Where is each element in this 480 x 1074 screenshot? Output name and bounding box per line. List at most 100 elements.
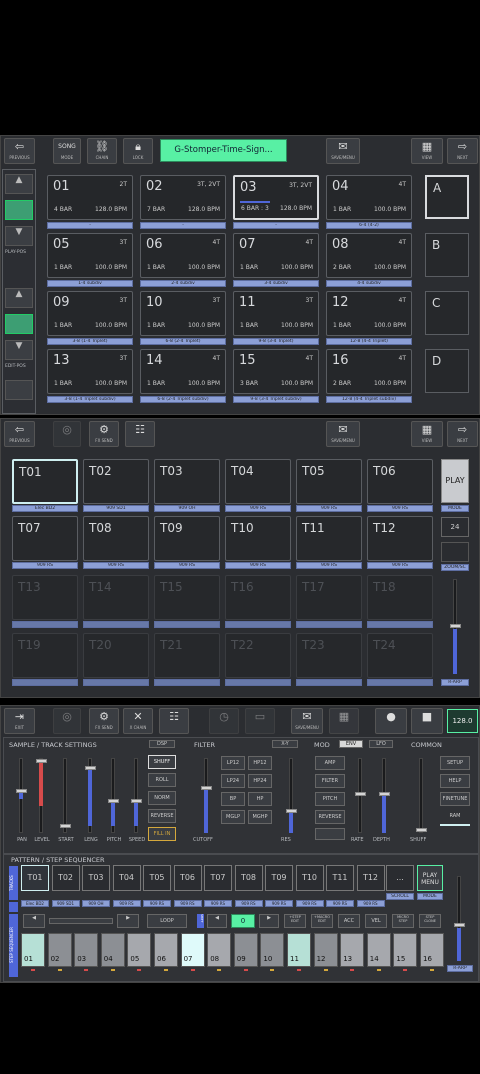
- step-button[interactable]: 15: [393, 933, 418, 967]
- pattern-cell[interactable]: 12 4T 1 BAR 100.0 BPM: [326, 291, 412, 336]
- step-prev-button[interactable]: ◀: [23, 914, 45, 928]
- track-cell[interactable]: T24: [367, 633, 433, 678]
- cutoff-fader-cap[interactable]: [201, 786, 212, 790]
- filter-type-button[interactable]: BP: [221, 792, 245, 806]
- pattern-cell[interactable]: 04 4T 1 BAR 100.0 BPM: [326, 175, 412, 220]
- sequencer-track-button[interactable]: T05: [143, 865, 171, 891]
- shuffle-fader-cap[interactable]: [416, 828, 427, 832]
- track-cell[interactable]: T08: [83, 516, 149, 561]
- play-menu-button[interactable]: PLAY MENU: [417, 865, 443, 891]
- track-cell[interactable]: T21: [154, 633, 220, 678]
- track-cell[interactable]: T23: [296, 633, 362, 678]
- tempo-display[interactable]: 128.0: [447, 709, 478, 733]
- grid-button[interactable]: ▦: [329, 708, 359, 734]
- step-button[interactable]: 05: [127, 933, 152, 967]
- mod-target-button[interactable]: REVERSE: [315, 810, 345, 824]
- track-cell[interactable]: T02: [83, 459, 149, 504]
- sequencer-track-button[interactable]: T11: [326, 865, 354, 891]
- step-button[interactable]: 12: [313, 933, 338, 967]
- step-button[interactable]: 09: [233, 933, 258, 967]
- sample-fader-cap[interactable]: [16, 789, 27, 793]
- view-button[interactable]: ▦ VIEW: [411, 421, 443, 447]
- step-button[interactable]: 16: [420, 933, 444, 967]
- sample-option-button[interactable]: FILL IN: [148, 827, 176, 841]
- stop-button[interactable]: ■: [411, 708, 443, 734]
- mode-button[interactable]: SONG MODE: [53, 138, 81, 164]
- track-cell[interactable]: T15: [154, 575, 220, 620]
- track-cell[interactable]: T14: [83, 575, 149, 620]
- mod-target-button[interactable]: FILTER: [315, 774, 345, 788]
- xy-button[interactable]: X-Y: [272, 740, 298, 748]
- clock-button[interactable]: ◷: [209, 708, 239, 734]
- track-cell[interactable]: T13: [12, 575, 78, 620]
- shuffle-fader[interactable]: [419, 758, 423, 833]
- pattern-cell[interactable]: 05 3T 1 BAR 100.0 BPM: [47, 233, 133, 278]
- res-fader-cap[interactable]: [286, 809, 297, 813]
- copy-button[interactable]: [5, 380, 33, 400]
- fx-send-button[interactable]: ⚙ FX SEND: [89, 708, 119, 734]
- common-option-button[interactable]: HELP: [440, 774, 470, 788]
- pattern-cell[interactable]: 03 3T, 2VT 6 BAR : 3 128.0 BPM: [233, 175, 319, 220]
- macro-edit-button[interactable]: +MACRO EDIT: [311, 914, 333, 928]
- sequencer-track-button[interactable]: T07: [204, 865, 232, 891]
- track-cell[interactable]: T03: [154, 459, 220, 504]
- pattern-cell[interactable]: 09 3T 1 BAR 100.0 BPM: [47, 291, 133, 336]
- pattern-cell[interactable]: 02 3T, 2VT 7 BAR 128.0 BPM: [140, 175, 226, 220]
- bank-button[interactable]: C: [425, 291, 469, 335]
- step-button[interactable]: 14: [366, 933, 391, 967]
- pattern-cell[interactable]: 01 2T 4 BAR 128.0 BPM: [47, 175, 133, 220]
- track-cell[interactable]: T07: [12, 516, 78, 561]
- circle-button[interactable]: ◎: [53, 421, 81, 447]
- shift-value[interactable]: 0: [231, 914, 255, 928]
- acc-button[interactable]: ACC: [338, 914, 360, 928]
- pattern-title-field[interactable]: G-Stomper-Time-Sign...: [160, 139, 287, 162]
- sample-fader[interactable]: [63, 758, 67, 833]
- shift-left-button[interactable]: ◀: [207, 914, 227, 928]
- sequencer-track-button[interactable]: T01: [21, 865, 49, 891]
- lfo-button[interactable]: LFO: [369, 740, 393, 748]
- mixer-button[interactable]: ☷: [125, 421, 155, 447]
- track-cell[interactable]: T18: [367, 575, 433, 620]
- pattern-cell[interactable]: 10 3T 1 BAR 100.0 BPM: [140, 291, 226, 336]
- sample-option-button[interactable]: ROLL: [148, 773, 176, 787]
- sample-fader-cap[interactable]: [36, 759, 47, 763]
- pattern-cell[interactable]: 15 4T 3 BAR 100.0 BPM: [233, 349, 319, 394]
- micro-step-button[interactable]: MICRO STEP: [392, 914, 414, 928]
- common-option-button[interactable]: RAM: [440, 810, 470, 824]
- step-edit-button[interactable]: +STEP EDIT: [284, 914, 306, 928]
- next-button[interactable]: ⇨ NEXT: [447, 138, 478, 164]
- bank-button[interactable]: B: [425, 233, 469, 277]
- track-cell[interactable]: T05: [296, 459, 362, 504]
- sample-option-button[interactable]: REVERSE: [148, 809, 176, 823]
- track-cell[interactable]: T09: [154, 516, 220, 561]
- step-button[interactable]: 01: [21, 933, 45, 967]
- play-mode-button[interactable]: PLAY: [441, 459, 469, 503]
- track-cell[interactable]: T01: [12, 459, 78, 504]
- step-button[interactable]: 02: [47, 933, 72, 967]
- filter-type-button[interactable]: HP12: [248, 756, 272, 770]
- mod-target-button[interactable]: AMP: [315, 756, 345, 770]
- edit-pos-up-button[interactable]: ▲: [5, 288, 33, 308]
- sequencer-track-button[interactable]: T02: [51, 865, 80, 891]
- sequencer-track-button[interactable]: T04: [112, 865, 141, 891]
- exit-button[interactable]: ⇥ EXIT: [4, 708, 35, 734]
- filter-type-button[interactable]: HP: [248, 792, 272, 806]
- view-button[interactable]: ▦ VIEW: [411, 138, 443, 164]
- step-button[interactable]: 11: [287, 933, 311, 967]
- record-button[interactable]: ●: [375, 708, 407, 734]
- step-button[interactable]: 04: [100, 933, 125, 967]
- lock-button[interactable]: 🔒︎ LOCK: [123, 138, 153, 164]
- step-button[interactable]: 07: [180, 933, 205, 967]
- edit-pos-down-button[interactable]: ▼: [5, 340, 33, 360]
- zoom-fader-cap[interactable]: [450, 624, 461, 628]
- filter-type-button[interactable]: LP12: [221, 756, 245, 770]
- circle-button[interactable]: ◎: [53, 708, 81, 734]
- track-count-display[interactable]: 24: [441, 517, 469, 537]
- chain-button[interactable]: ⛓ CHAIN: [87, 138, 117, 164]
- common-option-button[interactable]: SETUP: [440, 756, 470, 770]
- step-button[interactable]: 08: [207, 933, 232, 967]
- sample-fader-cap[interactable]: [60, 824, 71, 828]
- filter-type-button[interactable]: MGLP: [221, 810, 245, 824]
- vel-button[interactable]: VEL: [365, 914, 387, 928]
- step-button[interactable]: 03: [74, 933, 99, 967]
